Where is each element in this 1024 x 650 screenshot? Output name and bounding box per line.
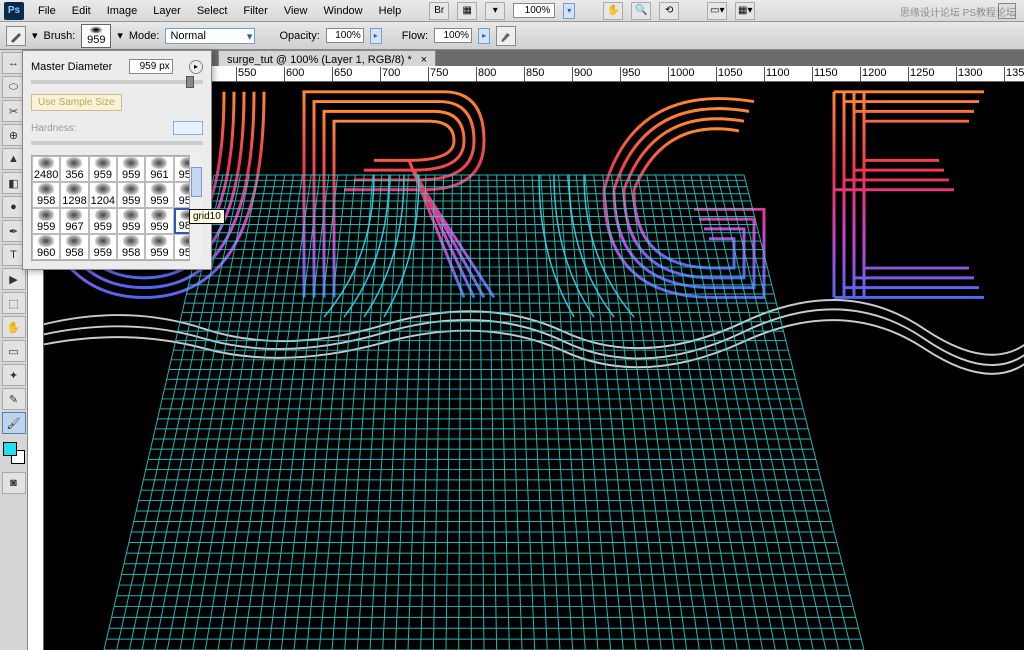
wand-tool[interactable]: ✦ (2, 364, 26, 386)
blend-mode-select[interactable]: Normal (165, 28, 255, 44)
zoom-tool-icon[interactable]: 🔍 (631, 2, 651, 20)
brush-icon (9, 29, 23, 43)
flow-dropdown[interactable]: ▸ (478, 28, 490, 44)
menu-file[interactable]: File (30, 2, 64, 20)
brush-preset-picker[interactable]: 959 (81, 24, 111, 48)
menu-filter[interactable]: Filter (235, 2, 275, 20)
opacity-dropdown[interactable]: ▸ (370, 28, 382, 44)
menubar: Ps File Edit Image Layer Select Filter V… (0, 0, 1024, 22)
brush-preset-cell[interactable]: 356 (60, 156, 88, 182)
brush-preset-cell[interactable]: 959 (117, 156, 145, 182)
brush-preset-cell[interactable]: 959 (89, 208, 117, 234)
hardness-label: Hardness: (31, 123, 77, 134)
mode-label: Mode: (129, 30, 160, 42)
brush-preset-cell[interactable]: 2480 (32, 156, 60, 182)
brush-preset-cell[interactable]: 959 (145, 182, 173, 208)
rotate-view-icon[interactable]: ⟲ (659, 2, 679, 20)
hardness-field (173, 121, 203, 135)
quickmask-toggle[interactable]: ◙ (2, 472, 26, 494)
menu-layer[interactable]: Layer (145, 2, 189, 20)
menu-help[interactable]: Help (371, 2, 410, 20)
document-title: surge_tut @ 100% (Layer 1, RGB/8) * (227, 54, 412, 66)
brush-preset-cell[interactable]: 958 (60, 234, 88, 260)
panel-menu-icon[interactable]: ▸ (189, 60, 203, 74)
airbrush-icon (500, 30, 512, 42)
foreground-color[interactable] (3, 442, 17, 456)
brush-preset-cell[interactable]: 1298 (60, 182, 88, 208)
brush-grid: 2480356959959961959958129812049599599599… (31, 155, 203, 261)
brush-preset-cell[interactable]: 959 (117, 182, 145, 208)
menu-window[interactable]: Window (316, 2, 371, 20)
marquee-tool[interactable]: ▭ (2, 340, 26, 362)
hardness-slider (31, 141, 203, 145)
menu-image[interactable]: Image (99, 2, 146, 20)
options-bar: ▾ Brush: 959 ▾ Mode: Normal Opacity: 100… (0, 22, 1024, 50)
master-diameter-field[interactable] (129, 59, 173, 74)
brush-label: Brush: (44, 30, 76, 42)
menu-view[interactable]: View (276, 2, 316, 20)
brush-preset-cell[interactable]: 959 (32, 208, 60, 234)
brush-tool[interactable]: 🖌 (2, 412, 26, 434)
view-extras-icon[interactable]: ▦ (457, 2, 477, 20)
brush-tooltip: grid10 (189, 209, 225, 224)
hand-tool-icon[interactable]: ✋ (603, 2, 623, 20)
threed-tool[interactable]: ⬚ (2, 292, 26, 314)
zoom-level-field[interactable]: 100% (513, 3, 555, 18)
master-diameter-label: Master Diameter (31, 61, 112, 73)
flow-field[interactable]: 100% (434, 28, 472, 43)
brush-preset-cell[interactable]: 1204 (89, 182, 117, 208)
brush-preset-cell[interactable]: 959 (117, 208, 145, 234)
brush-preset-cell[interactable]: 959 (89, 234, 117, 260)
brush-preset-cell[interactable]: 959 (145, 234, 173, 260)
brush-preset-cell[interactable]: 959 (89, 156, 117, 182)
brush-preset-cell[interactable]: 958 (117, 234, 145, 260)
brush-preset-cell[interactable]: 959 (145, 208, 173, 234)
brush-preset-cell[interactable]: 967 (60, 208, 88, 234)
brush-preset-cell[interactable]: 958 (32, 182, 60, 208)
brush-preset-cell[interactable]: 961 (145, 156, 173, 182)
brush-preset-cell[interactable]: 960 (32, 234, 60, 260)
screen-mode-icon[interactable]: ▭▾ (707, 2, 727, 20)
path-select-tool[interactable]: ▶ (2, 268, 26, 290)
zoom-dropdown[interactable]: ▾ (563, 3, 575, 19)
opacity-field[interactable]: 100% (326, 28, 364, 43)
close-tab-icon[interactable]: × (421, 54, 427, 66)
airbrush-toggle[interactable] (496, 26, 516, 46)
eyedropper-tool[interactable]: ✎ (2, 388, 26, 410)
menu-select[interactable]: Select (189, 2, 236, 20)
brush-preset-panel: Master Diameter ▸ Use Sample Size Hardne… (22, 50, 212, 270)
flow-label: Flow: (402, 30, 428, 42)
brush-scrollbar[interactable] (189, 155, 203, 261)
arrange-docs-icon[interactable]: ▾ (485, 2, 505, 20)
hand-tool[interactable]: ✋ (2, 316, 26, 338)
menu-edit[interactable]: Edit (64, 2, 99, 20)
master-diameter-slider[interactable] (31, 80, 203, 84)
use-sample-size-button[interactable]: Use Sample Size (31, 94, 122, 111)
watermark-text: 思缘设计论坛 PS教程论坛 (900, 4, 1016, 19)
arrange-icon[interactable]: ▦▾ (735, 2, 755, 20)
current-tool-preset[interactable] (6, 26, 26, 46)
opacity-label: Opacity: (279, 30, 319, 42)
menubar-extras: Br ▦ ▾ 100% ▾ ✋ 🔍 ⟲ ▭▾ ▦▾ (429, 2, 755, 20)
color-swatches[interactable] (3, 442, 25, 464)
launch-bridge-icon[interactable]: Br (429, 2, 449, 20)
app-logo[interactable]: Ps (4, 2, 24, 20)
